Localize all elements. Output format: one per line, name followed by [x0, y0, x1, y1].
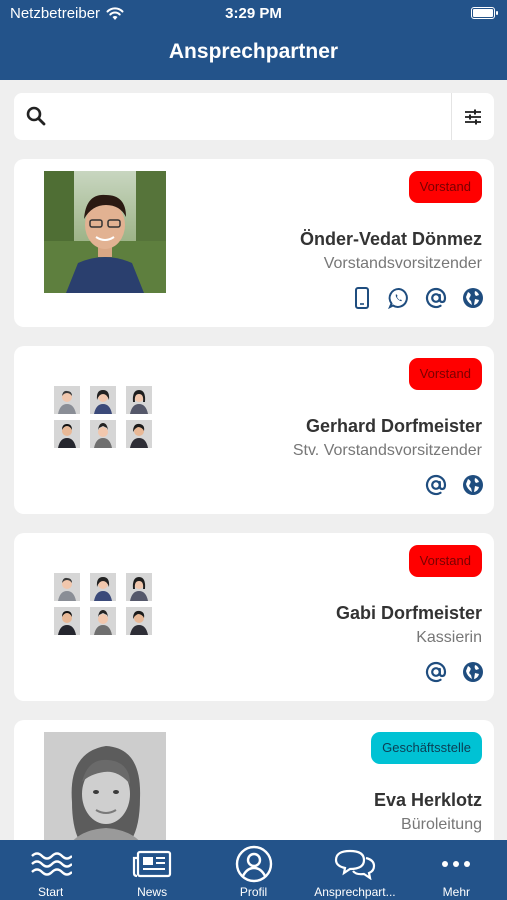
tab-label: Profil [239, 885, 268, 899]
email-icon[interactable] [425, 661, 447, 683]
search-icon [26, 106, 46, 126]
tab-label: News [137, 885, 168, 899]
app-header: Netzbetreiber 3:29 PM Ansprechpartner [0, 0, 507, 80]
contact-actions [425, 474, 484, 496]
filter-sliders-icon [465, 109, 481, 124]
avatar-icon [126, 607, 152, 635]
contact-card[interactable]: Vorstand Gabi Dorfmeister Kassierin [14, 533, 494, 701]
web-icon[interactable] [462, 661, 484, 683]
tab-start[interactable]: Start [0, 840, 101, 900]
filter-button[interactable] [452, 93, 494, 140]
contact-card[interactable]: Vorstand Gerhard Dorfmeister Stv. Vorsta… [14, 346, 494, 514]
contact-list[interactable]: Vorstand Önder-Vedat Dönmez Vorstandsvor… [0, 150, 507, 840]
battery-icon [471, 7, 498, 19]
email-icon[interactable] [425, 474, 447, 496]
role-badge: Vorstand [408, 545, 482, 577]
avatar-icon [54, 420, 80, 448]
contact-card[interactable]: Geschäftsstelle Eva Herklotz Büroleitung [14, 720, 494, 840]
chat-bubbles-icon [334, 849, 376, 880]
tab-label: Ansprechpart... [314, 885, 396, 899]
tab-label: Start [38, 885, 64, 899]
role-badge: Geschäftsstelle [371, 732, 482, 764]
avatar-icon [90, 607, 116, 635]
avatar-icon [54, 573, 80, 601]
newspaper-icon [133, 850, 172, 878]
placeholder-avatar-grid [54, 573, 152, 635]
status-time: 3:29 PM [225, 5, 282, 22]
bottom-tab-bar: Start News Profil Ansprechpart... Mehr [0, 840, 507, 900]
contact-name: Gabi Dorfmeister [335, 603, 482, 623]
tab-ansprechpartner[interactable]: Ansprechpart... [304, 840, 405, 900]
contact-name: Eva Herklotz [373, 790, 482, 810]
page-title: Ansprechpartner [168, 40, 339, 63]
contact-role: Büroleitung [401, 816, 482, 833]
web-icon[interactable] [462, 287, 484, 309]
contact-name: Gerhard Dorfmeister [305, 416, 482, 436]
avatar-icon [126, 386, 152, 414]
search-input[interactable] [64, 101, 434, 132]
avatar-icon [54, 607, 80, 635]
contact-role: Kassierin [416, 629, 482, 646]
role-badge: Vorstand [408, 358, 482, 390]
more-dots-icon [442, 861, 471, 867]
avatar-icon [54, 386, 80, 414]
whatsapp-icon[interactable] [388, 287, 410, 309]
contact-photo [44, 171, 166, 293]
tab-mehr[interactable]: Mehr [406, 840, 507, 900]
contact-name: Önder-Vedat Dönmez [299, 229, 482, 249]
profile-icon [235, 845, 272, 883]
status-bar: Netzbetreiber 3:29 PM [0, 0, 507, 28]
avatar-icon [126, 420, 152, 448]
placeholder-avatar-grid [54, 386, 152, 448]
avatar-icon [126, 573, 152, 601]
email-icon[interactable] [425, 287, 447, 309]
web-icon[interactable] [462, 474, 484, 496]
contact-actions [351, 287, 484, 309]
search-bar [14, 93, 494, 140]
contact-actions [425, 661, 484, 683]
contact-role: Vorstandsvorsitzender [323, 255, 482, 272]
tab-label: Mehr [442, 885, 470, 899]
role-badge: Vorstand [408, 171, 482, 203]
avatar-icon [90, 420, 116, 448]
avatar-icon [90, 573, 116, 601]
contact-photo [44, 732, 166, 840]
tab-news[interactable]: News [101, 840, 202, 900]
mobile-icon[interactable] [351, 287, 373, 309]
contact-role: Stv. Vorstandsvorsitzender [292, 442, 482, 459]
avatar-icon [90, 386, 116, 414]
tab-profil[interactable]: Profil [203, 840, 304, 900]
contact-card[interactable]: Vorstand Önder-Vedat Dönmez Vorstandsvor… [14, 159, 494, 327]
waves-icon [30, 852, 72, 876]
